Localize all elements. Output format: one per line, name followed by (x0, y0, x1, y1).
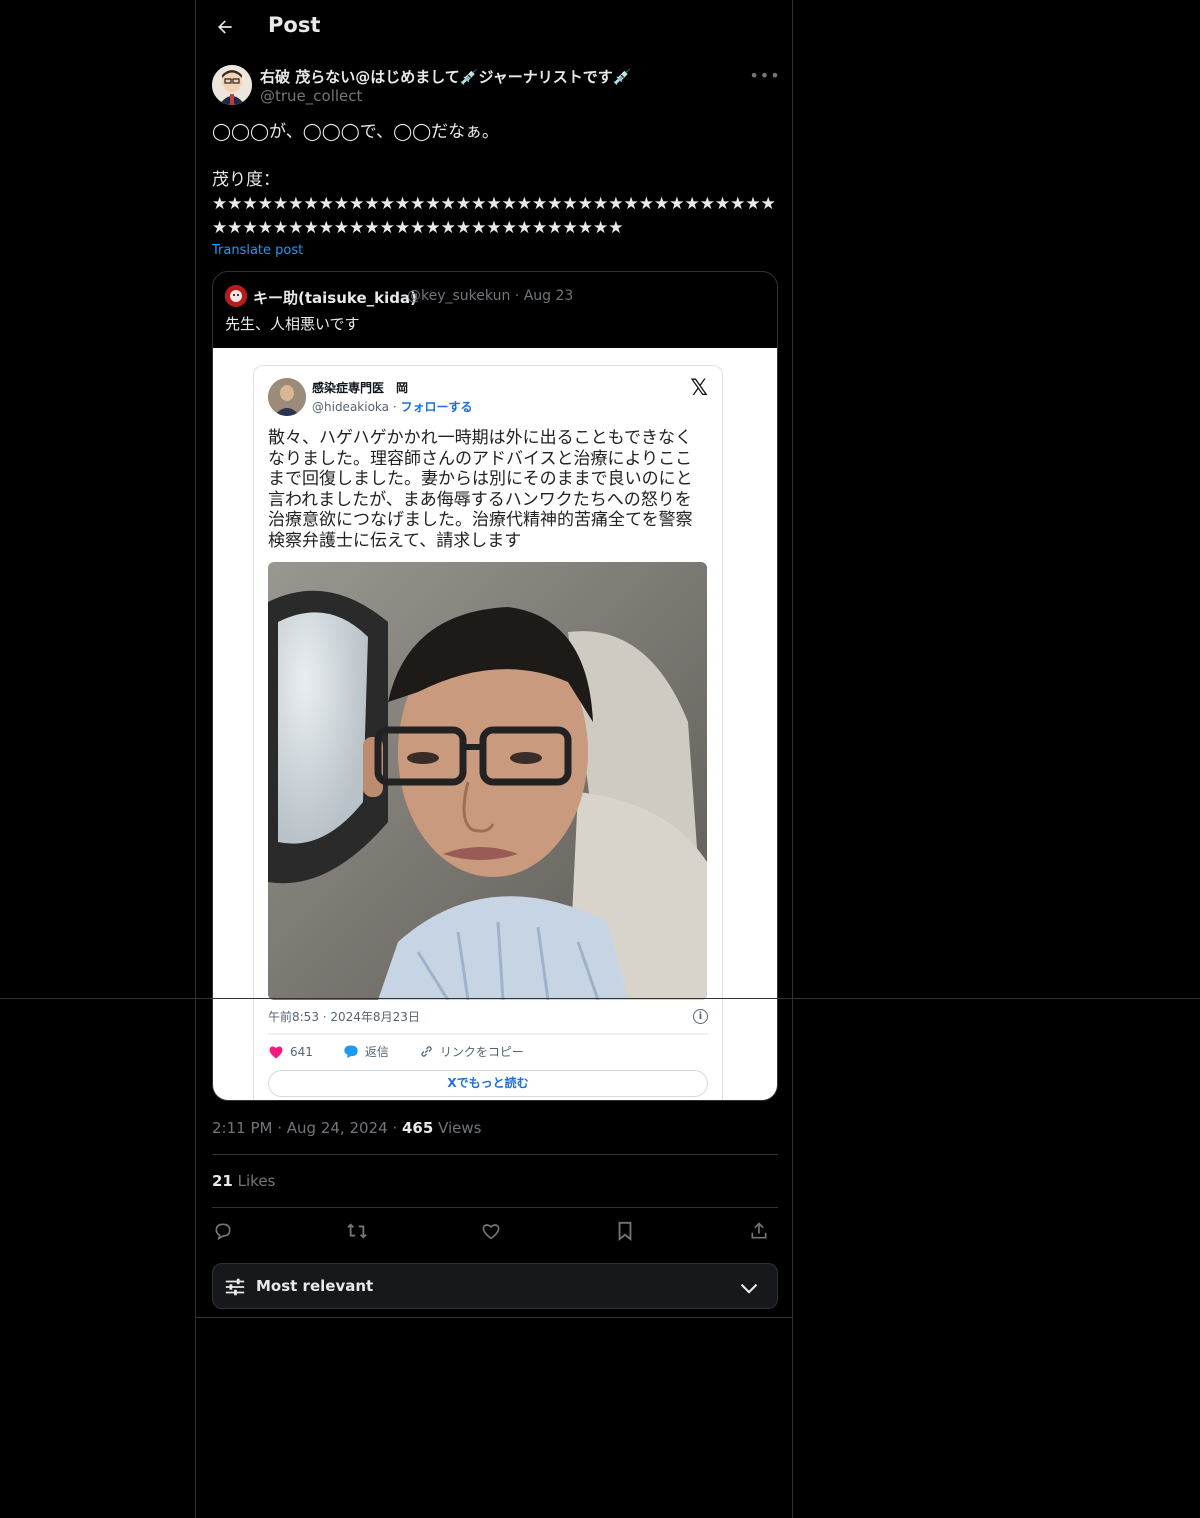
post-text: ◯◯◯が、◯◯◯で、◯◯だなぁ。 茂り度： ★★★★★★★★★★★★★★★★★★… (212, 122, 776, 238)
embed-avatar (268, 378, 306, 416)
more-options-button[interactable]: ••• (749, 64, 781, 86)
display-name[interactable]: 右破 茂らない@はじめまして💉ジャーナリストです💉 (260, 66, 631, 87)
embed-timestamp: 午前8:53 · 2024年8月23日 (268, 1010, 420, 1024)
chevron-down-icon (740, 1283, 758, 1294)
info-icon: i (693, 1009, 708, 1024)
likes-count: 21 (212, 1172, 233, 1190)
quoted-media-image[interactable]: 感染症専門医 岡 @hideakioka · フォローする 𝕏 散々、ハゲハゲか… (213, 348, 777, 1100)
quoted-display-name: キー助(taisuke_kida) (253, 289, 417, 307)
x-logo-icon: 𝕏 (690, 376, 708, 401)
avatar[interactable] (212, 65, 252, 105)
quoted-handle: @key_sukekun (407, 288, 511, 304)
heart-outline-icon (482, 1224, 500, 1240)
arrow-left-icon (218, 20, 232, 34)
translate-post-link[interactable]: Translate post (212, 243, 303, 258)
divider (212, 1154, 778, 1155)
bookmark-button[interactable] (610, 1216, 640, 1246)
link-icon (421, 1046, 432, 1057)
quoted-date: Aug 23 (523, 288, 574, 304)
likes-link[interactable]: 21 Likes (212, 1172, 275, 1190)
separator-dot: · (277, 1119, 287, 1137)
separator-dot: · (514, 288, 524, 304)
post-date[interactable]: Aug 24, 2024 (287, 1119, 388, 1137)
quoted-meta: @key_sukekun · Aug 23 (407, 288, 573, 304)
embedded-tweet-screenshot: 感染症専門医 岡 @hideakioka · フォローする 𝕏 散々、ハゲハゲか… (253, 365, 723, 1100)
reply-button[interactable] (208, 1216, 238, 1246)
sliders-icon (225, 1278, 245, 1296)
embed-handle-row: @hideakioka · フォローする (312, 400, 473, 414)
quoted-text: 先生、人相悪いです (225, 315, 360, 333)
repost-button[interactable] (342, 1216, 372, 1246)
page-title: Post (268, 13, 321, 37)
separator-dot: · (392, 1119, 402, 1137)
embed-handle: @hideakioka (312, 400, 390, 414)
reply-sort-dropdown[interactable]: Most relevant (212, 1263, 778, 1309)
embed-actions: 641 返信 リンクをコピー (268, 1043, 524, 1060)
embed-likes: 641 (290, 1044, 313, 1059)
quoted-avatar (225, 285, 247, 307)
views-count: 465 (401, 1119, 434, 1137)
action-bar (212, 1216, 778, 1246)
horizontal-rule (0, 998, 1200, 999)
embed-display-name: 感染症専門医 岡 (312, 381, 409, 395)
views-label: Views (438, 1119, 482, 1137)
selfie-photo (268, 562, 707, 1000)
top-header: Post (196, 0, 794, 54)
embed-divider (268, 1033, 708, 1035)
post-time[interactable]: 2:11 PM (212, 1119, 272, 1137)
quoted-post[interactable]: キー助(taisuke_kida) @key_sukekun · Aug 23 … (212, 271, 778, 1101)
embed-read-more: Xでもっと読む (268, 1070, 708, 1097)
ellipsis-icon: ••• (749, 65, 781, 85)
embed-copy-link: リンクをコピー (439, 1045, 524, 1059)
divider (196, 1317, 792, 1318)
divider (212, 1207, 778, 1208)
embed-text: 散々、ハゲハゲかかれ一時期は外に出ることもできなくなりました。理容師さんのアドバ… (268, 428, 693, 551)
reply-icon (215, 1223, 231, 1241)
back-button[interactable] (210, 12, 240, 42)
heart-icon (269, 1046, 283, 1058)
share-button[interactable] (744, 1216, 774, 1246)
embed-follow: フォローする (400, 400, 473, 414)
reply-bubble-icon (344, 1045, 358, 1059)
post-timestamp: 2:11 PM · Aug 24, 2024 · 465 Views (212, 1119, 481, 1137)
bookmark-icon (618, 1221, 632, 1241)
sort-label: Most relevant (256, 1277, 374, 1295)
share-icon (751, 1222, 767, 1239)
repost-icon (347, 1223, 367, 1239)
main-column: Post 右破 茂らない@はじめまして💉ジャーナリストです💉 @true_col… (195, 0, 793, 1518)
user-handle[interactable]: @true_collect (260, 87, 362, 105)
likes-label: Likes (237, 1172, 276, 1190)
like-button[interactable] (476, 1216, 506, 1246)
embed-reply: 返信 (364, 1045, 389, 1059)
